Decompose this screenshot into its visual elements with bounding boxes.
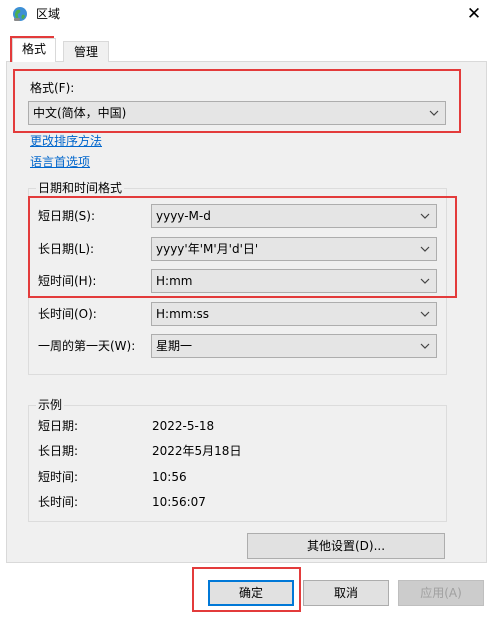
chevron-down-icon	[429, 110, 439, 116]
close-icon: ✕	[466, 4, 482, 24]
title-bar	[0, 0, 493, 30]
cancel-button[interactable]: 取消	[303, 580, 389, 606]
short-time-label: 短时间(H):	[38, 274, 97, 288]
long-date-select[interactable]: yyyy'年'M'月'd'日'	[151, 237, 437, 261]
format-select-value: 中文(简体，中国)	[33, 106, 127, 120]
short-date-value: yyyy-M-d	[156, 209, 211, 223]
long-time-select[interactable]: H:mm:ss	[151, 302, 437, 326]
long-date-value: yyyy'年'M'月'd'日'	[156, 242, 259, 256]
long-time-label: 长时间(O):	[38, 307, 97, 321]
globe-icon	[12, 6, 28, 22]
tab-formats[interactable]: 格式	[12, 38, 56, 62]
language-preferences-link[interactable]: 语言首选项	[30, 154, 90, 170]
chevron-down-icon	[420, 311, 430, 317]
long-time-value: H:mm:ss	[156, 307, 209, 321]
examples-group	[28, 405, 447, 522]
window-title: 区域	[36, 7, 61, 21]
example-short-date-label: 短日期:	[38, 419, 79, 433]
apply-button[interactable]: 应用(A)	[398, 580, 484, 606]
example-long-time-label: 长时间:	[38, 495, 79, 509]
long-date-label: 长日期(L):	[38, 242, 95, 256]
change-sort-method-link[interactable]: 更改排序方法	[30, 133, 102, 149]
example-short-time-label: 短时间:	[38, 470, 79, 484]
chevron-down-icon	[420, 246, 430, 252]
first-day-of-week-select[interactable]: 星期一	[151, 334, 437, 358]
example-short-time-value: 10:56	[152, 470, 187, 484]
example-long-date-label: 长日期:	[38, 444, 79, 458]
chevron-down-icon	[420, 213, 430, 219]
first-day-of-week-value: 星期一	[156, 339, 193, 353]
datetime-group-title: 日期和时间格式	[36, 180, 125, 196]
short-date-label: 短日期(S):	[38, 209, 96, 223]
example-short-date-value: 2022-5-18	[152, 419, 215, 433]
examples-group-title: 示例	[36, 397, 65, 413]
short-time-select[interactable]: H:mm	[151, 269, 437, 293]
close-button[interactable]: ✕	[462, 2, 486, 26]
format-select[interactable]: 中文(简体，中国)	[28, 101, 446, 125]
example-long-date-value: 2022年5月18日	[152, 444, 242, 458]
format-label: 格式(F):	[30, 81, 75, 95]
tab-administrative[interactable]: 管理	[63, 41, 109, 62]
first-day-of-week-label: 一周的第一天(W):	[38, 339, 136, 353]
example-long-time-value: 10:56:07	[152, 495, 206, 509]
short-date-select[interactable]: yyyy-M-d	[151, 204, 437, 228]
short-time-value: H:mm	[156, 274, 193, 288]
chevron-down-icon	[420, 278, 430, 284]
other-settings-button[interactable]: 其他设置(D)...	[247, 533, 445, 559]
chevron-down-icon	[420, 343, 430, 349]
ok-button[interactable]: 确定	[208, 580, 294, 606]
